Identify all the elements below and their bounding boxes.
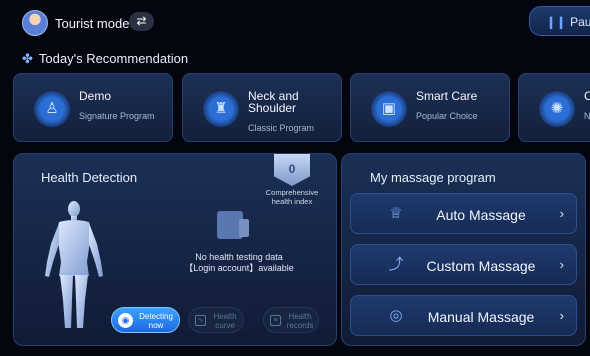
mode-label: Tourist mode [55, 16, 130, 31]
massage-button-label: Custom Massage [426, 258, 536, 274]
health-title: Health Detection [41, 170, 138, 185]
rec-card-title: Demo [79, 89, 112, 103]
report-icon [217, 211, 249, 239]
rec-card-subtitle: N [584, 111, 590, 121]
no-data-line-2: 【Login account】available [184, 263, 294, 273]
massage-button-label: Auto Massage [436, 207, 526, 223]
curve-adjust-icon: ⤴ [388, 256, 404, 273]
massage-title: My massage program [370, 170, 496, 185]
rec-card-title: Smart Care [416, 89, 478, 103]
chip-label: Detecting now [139, 312, 173, 330]
massage-icon: ✺ [539, 91, 575, 127]
rec-card-title: C [584, 90, 590, 102]
clover-icon: ✤ [22, 51, 33, 66]
swap-icon: ⇄ [136, 14, 147, 28]
person-sitting-icon: ♙ [34, 91, 70, 127]
target-icon: ◎ [389, 307, 403, 324]
health-curve-button[interactable]: ∿ Health curve [188, 307, 244, 333]
pause-button[interactable]: ❙❙Pause [529, 6, 590, 36]
detecting-now-button[interactable]: ◉ Detecting now [111, 307, 180, 333]
massage-program-panel: My massage program ♕ Auto Massage › ⤴ Cu… [341, 153, 586, 346]
pause-icon: ❙❙ [546, 15, 567, 29]
chip-label: Health curve [213, 312, 237, 330]
shoulder-icon: ♜ [203, 91, 239, 127]
health-records-button[interactable]: ≡ Health records [263, 307, 319, 333]
chevron-right-icon: › [559, 206, 564, 221]
top-bar: Tourist mode ⇄ ❙❙Pause [0, 0, 590, 44]
recommendation-heading: ✤ Today's Recommendation [22, 51, 188, 67]
manual-massage-button[interactable]: ◎ Manual Massage › [350, 295, 577, 336]
rec-card-neck-shoulder[interactable]: ♜ Neck and Shoulder Classic Program [182, 73, 342, 142]
rec-card-subtitle: Signature Program [79, 111, 155, 121]
switch-mode-button[interactable]: ⇄ [129, 12, 154, 31]
chevron-right-icon: › [559, 308, 564, 323]
health-index-badge: 0 [274, 154, 310, 186]
rec-card-demo[interactable]: ♙ Demo Signature Program [13, 73, 173, 142]
chip-icon: ▣ [371, 91, 407, 127]
rec-card-subtitle: Popular Choice [416, 111, 478, 121]
rec-card-title: Neck and Shoulder [248, 89, 299, 115]
recommendation-title: Today's Recommendation [38, 51, 189, 66]
human-body-figure [45, 201, 103, 328]
rec-card-subtitle: Classic Program [248, 123, 315, 133]
crown-icon: ♕ [389, 205, 403, 222]
document-icon: ≡ [270, 315, 281, 326]
avatar[interactable] [22, 10, 48, 36]
scan-icon: ◉ [118, 313, 133, 328]
chip-label: Health records [286, 312, 314, 330]
pause-label: Pause [570, 15, 590, 29]
no-data-line-1: No health testing data [195, 252, 283, 262]
chart-icon: ∿ [195, 315, 206, 326]
no-data-message: No health testing data 【Login account】av… [154, 252, 324, 274]
massage-button-label: Manual Massage [427, 309, 535, 325]
auto-massage-button[interactable]: ♕ Auto Massage › [350, 193, 577, 234]
chevron-right-icon: › [559, 257, 564, 272]
health-detection-panel: Health Detection 0 Comprehensive health … [13, 153, 337, 346]
health-index-label: Comprehensive health index [265, 188, 319, 206]
rec-card-partial[interactable]: ✺ C N [518, 73, 590, 142]
custom-massage-button[interactable]: ⤴ Custom Massage › [350, 244, 577, 285]
rec-card-smart-care[interactable]: ▣ Smart Care Popular Choice [350, 73, 510, 142]
